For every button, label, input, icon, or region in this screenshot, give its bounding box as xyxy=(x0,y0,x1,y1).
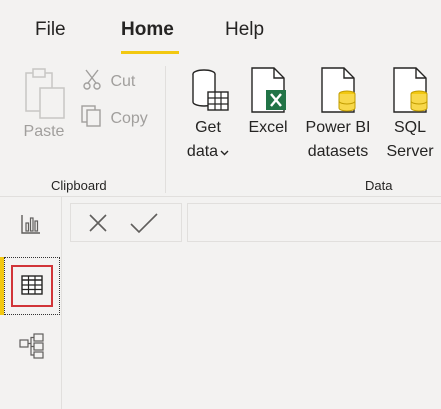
get-data-label-line2-wrap: data xyxy=(180,140,236,164)
powerbi-label-line1: Power BI xyxy=(305,119,371,136)
sql-label-line2: Server xyxy=(386,143,434,160)
excel-label: Excel xyxy=(248,119,288,136)
excel-icon xyxy=(246,66,290,116)
active-tab-indicator xyxy=(121,51,179,54)
close-icon[interactable] xyxy=(86,209,114,237)
chevron-down-icon xyxy=(220,140,229,164)
formula-input[interactable] xyxy=(187,203,441,242)
clipboard-group-label: Clipboard xyxy=(51,178,107,193)
sql-server-icon xyxy=(384,66,436,116)
report-view-icon xyxy=(20,213,42,240)
checkmark-icon[interactable] xyxy=(128,209,158,237)
tab-help[interactable]: Help xyxy=(225,19,264,41)
get-data-label-line2: data xyxy=(186,143,219,160)
powerbi-label-line2: datasets xyxy=(307,143,369,160)
model-view-icon xyxy=(19,333,45,364)
sql-label-line1: SQL xyxy=(393,119,426,136)
excel-button[interactable]: Excel xyxy=(246,66,290,140)
get-data-button[interactable]: Get data xyxy=(180,66,236,164)
tab-file[interactable]: File xyxy=(35,19,66,41)
nav-model-view[interactable] xyxy=(0,317,61,373)
tab-home[interactable]: Home xyxy=(121,19,174,41)
paste-label: Paste xyxy=(23,123,65,140)
scissors-icon xyxy=(82,68,102,95)
nav-highlight-box xyxy=(11,265,53,307)
paste-icon xyxy=(18,66,70,120)
menu-bar: File Home Help xyxy=(0,0,441,58)
nav-report-view[interactable] xyxy=(0,197,61,253)
copy-icon xyxy=(80,104,102,133)
powerbi-dataset-icon xyxy=(300,66,376,116)
ribbon-divider xyxy=(165,66,166,193)
sql-server-button[interactable]: SQL Server xyxy=(384,66,436,164)
copy-button[interactable]: Copy xyxy=(80,104,148,133)
cut-label: Cut xyxy=(110,72,136,90)
cut-button[interactable]: Cut xyxy=(82,68,135,95)
paste-button[interactable]: Paste xyxy=(18,66,70,144)
database-table-icon xyxy=(180,66,236,116)
copy-label: Copy xyxy=(110,109,148,127)
powerbi-datasets-button[interactable]: Power BI datasets xyxy=(300,66,376,164)
get-data-label-line1: Get xyxy=(195,119,221,136)
ribbon: Paste Cut Copy Clipboard Get data Excel … xyxy=(0,58,441,196)
data-group-label: Data xyxy=(365,178,393,193)
